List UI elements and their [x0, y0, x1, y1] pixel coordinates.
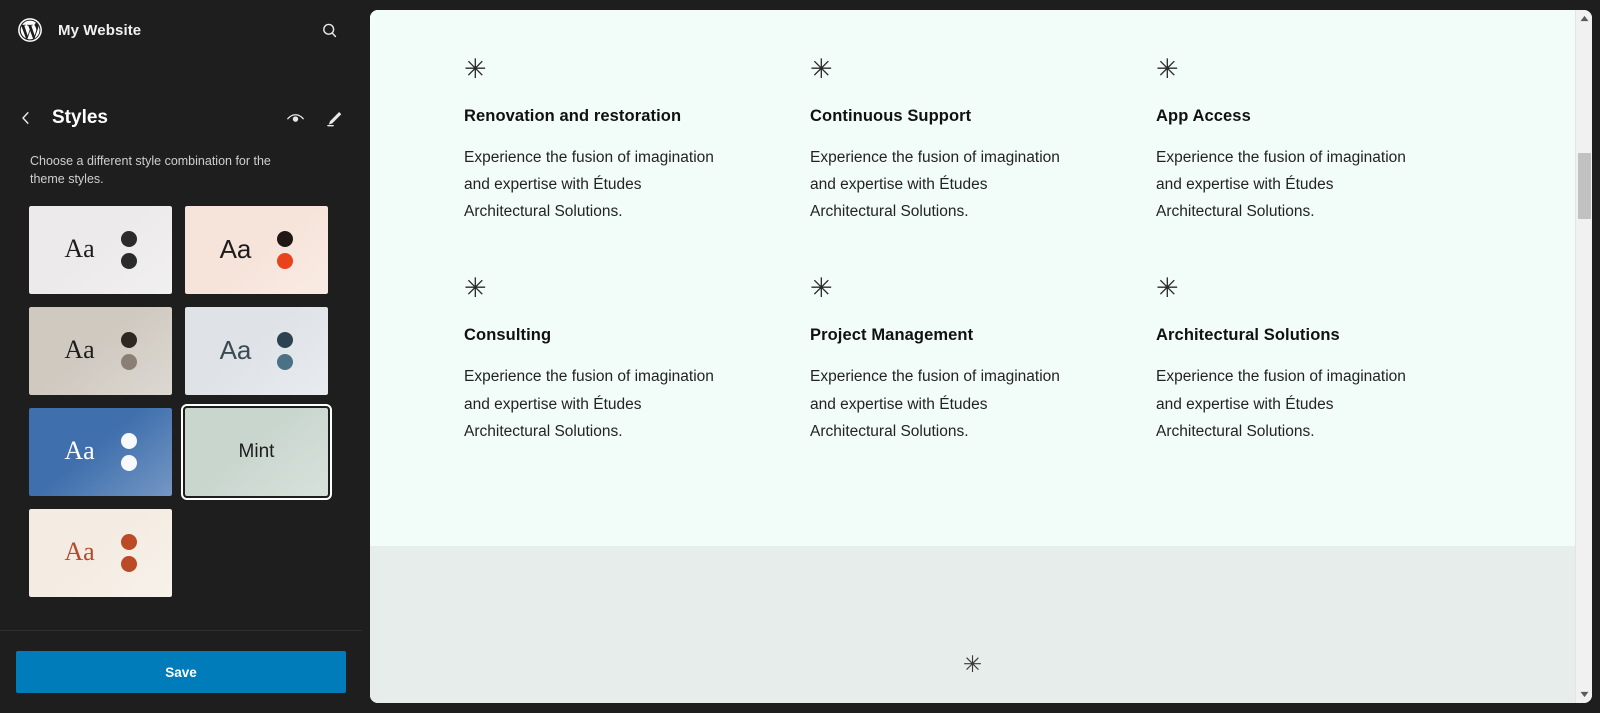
asterisk-icon: ✳	[810, 273, 833, 305]
swatch-preview: Aa	[29, 307, 172, 396]
styles-panel-header: Styles	[0, 92, 362, 144]
swatch-color-dot-2	[120, 354, 137, 371]
site-title: My Website	[58, 21, 142, 39]
pencil-icon[interactable]	[318, 103, 348, 133]
swatch-color-dot-1	[120, 332, 137, 349]
asterisk-icon: ✳	[1156, 273, 1179, 305]
feature-card[interactable]: ✳ App Access Experience the fusion of imag…	[1156, 56, 1502, 225]
search-icon[interactable]	[314, 15, 344, 45]
save-button[interactable]: Save	[16, 651, 346, 693]
site-editor: My Website Styles Choose a different sty…	[0, 0, 1600, 713]
feature-text: Experience the fusion of imagination and…	[464, 368, 714, 440]
swatch-preview: Aa	[185, 206, 328, 295]
footer-section: ✳	[370, 546, 1575, 703]
style-variation-3[interactable]: Aa	[29, 307, 172, 396]
feature-text: Experience the fusion of imagination and…	[1156, 368, 1406, 440]
style-variation-7[interactable]: Aa	[29, 509, 172, 598]
swatch-color-dot-2	[120, 253, 137, 270]
scroll-down-arrow-icon[interactable]	[1576, 686, 1592, 703]
swatch-color-dots	[277, 332, 294, 371]
swatch-color-dot-1	[120, 534, 137, 551]
style-variations-grid: Aa Aa Aa Aa Aa Mint Aa	[0, 188, 362, 630]
style-variation-5[interactable]: Aa	[29, 408, 172, 497]
scrollbar-thumb[interactable]	[1578, 153, 1591, 219]
feature-text: Experience the fusion of imagination and…	[810, 368, 1060, 440]
save-bar: Save	[0, 630, 362, 713]
swatch-color-dot-1	[120, 433, 137, 450]
feature-card[interactable]: ✳ Continuous Support Experience the fusion…	[810, 56, 1156, 225]
asterisk-icon: ✳	[464, 273, 487, 305]
style-variation-4[interactable]: Aa	[185, 307, 328, 396]
swatch-color-dot-1	[120, 231, 137, 248]
feature-card[interactable]: ✳ Architectural Solutions Experience the f…	[1156, 225, 1502, 444]
eye-icon[interactable]	[280, 103, 310, 133]
page-title: Styles	[52, 107, 108, 128]
swatch-typography-sample: Aa	[219, 234, 252, 265]
features-section: ✳ Renovation and restoration Experience th…	[370, 10, 1575, 546]
panel-actions	[280, 103, 348, 133]
swatch-color-dots	[120, 231, 137, 270]
swatch-preview: Aa	[29, 509, 172, 598]
feature-text: Experience the fusion of imagination and…	[810, 149, 1060, 221]
asterisk-icon: ✳	[810, 54, 833, 85]
asterisk-icon: ✳	[962, 652, 983, 678]
styles-description: Choose a different style combination for…	[30, 154, 271, 187]
swatch-typography-sample: Aa	[64, 537, 95, 567]
feature-title: Consulting	[464, 326, 552, 345]
swatch-typography-sample: Aa	[64, 234, 95, 264]
swatch-color-dot-1	[277, 332, 294, 349]
canvas-scroll-area: ✳ Renovation and restoration Experience th…	[370, 10, 1575, 703]
scroll-up-arrow-icon[interactable]	[1576, 10, 1592, 27]
swatch-color-dot-1	[277, 231, 294, 248]
feature-title: Continuous Support	[810, 107, 972, 125]
swatch-color-dots	[120, 332, 137, 371]
editor-canvas: ✳ Renovation and restoration Experience th…	[370, 10, 1592, 703]
swatch-typography-sample: Aa	[64, 436, 95, 466]
style-variation-6[interactable]: Mint	[181, 404, 332, 501]
style-variation-1[interactable]: Aa	[29, 206, 172, 295]
feature-text: Experience the fusion of imagination and…	[1156, 149, 1406, 221]
feature-card[interactable]: ✳ Renovation and restoration Experience th…	[464, 56, 810, 225]
swatch-color-dot-2	[120, 556, 137, 573]
feature-text: Experience the fusion of imagination and…	[464, 149, 714, 221]
chevron-left-icon[interactable]	[14, 106, 38, 130]
feature-grid: ✳ Renovation and restoration Experience th…	[370, 56, 1575, 445]
feature-title: App Access	[1156, 107, 1251, 125]
swatch-color-dots	[120, 534, 137, 573]
swatch-preview: Aa	[185, 307, 328, 396]
swatch-preview: Aa	[29, 408, 172, 497]
feature-card[interactable]: ✳ Consulting Experience the fusion of imag…	[464, 225, 810, 444]
styles-sidebar: My Website Styles Choose a different sty…	[0, 0, 362, 713]
swatch-typography-sample: Aa	[219, 335, 252, 366]
swatch-preview: Aa	[29, 206, 172, 295]
swatch-color-dot-2	[277, 253, 294, 270]
wordpress-logo-icon[interactable]	[14, 14, 46, 46]
feature-card[interactable]: ✳ Project Management Experience the fusion…	[810, 225, 1156, 444]
sidebar-header: My Website	[0, 0, 362, 60]
editor-canvas-wrapper: ✳ Renovation and restoration Experience th…	[362, 0, 1600, 713]
style-variation-2[interactable]: Aa	[185, 206, 328, 295]
swatch-color-dot-2	[120, 455, 137, 472]
swatch-color-dots	[277, 231, 294, 270]
swatch-typography-sample: Aa	[64, 335, 95, 365]
feature-title: Renovation and restoration	[464, 107, 682, 125]
swatch-color-dots	[120, 433, 137, 472]
swatch-color-dot-2	[277, 354, 294, 371]
feature-title: Project Management	[810, 326, 974, 345]
feature-title: Architectural Solutions	[1156, 326, 1340, 345]
swatch-label: Mint	[238, 441, 275, 463]
swatch-preview: Mint	[185, 408, 328, 497]
canvas-scrollbar[interactable]	[1575, 10, 1592, 703]
asterisk-icon: ✳	[464, 54, 487, 85]
asterisk-icon: ✳	[1156, 54, 1179, 85]
